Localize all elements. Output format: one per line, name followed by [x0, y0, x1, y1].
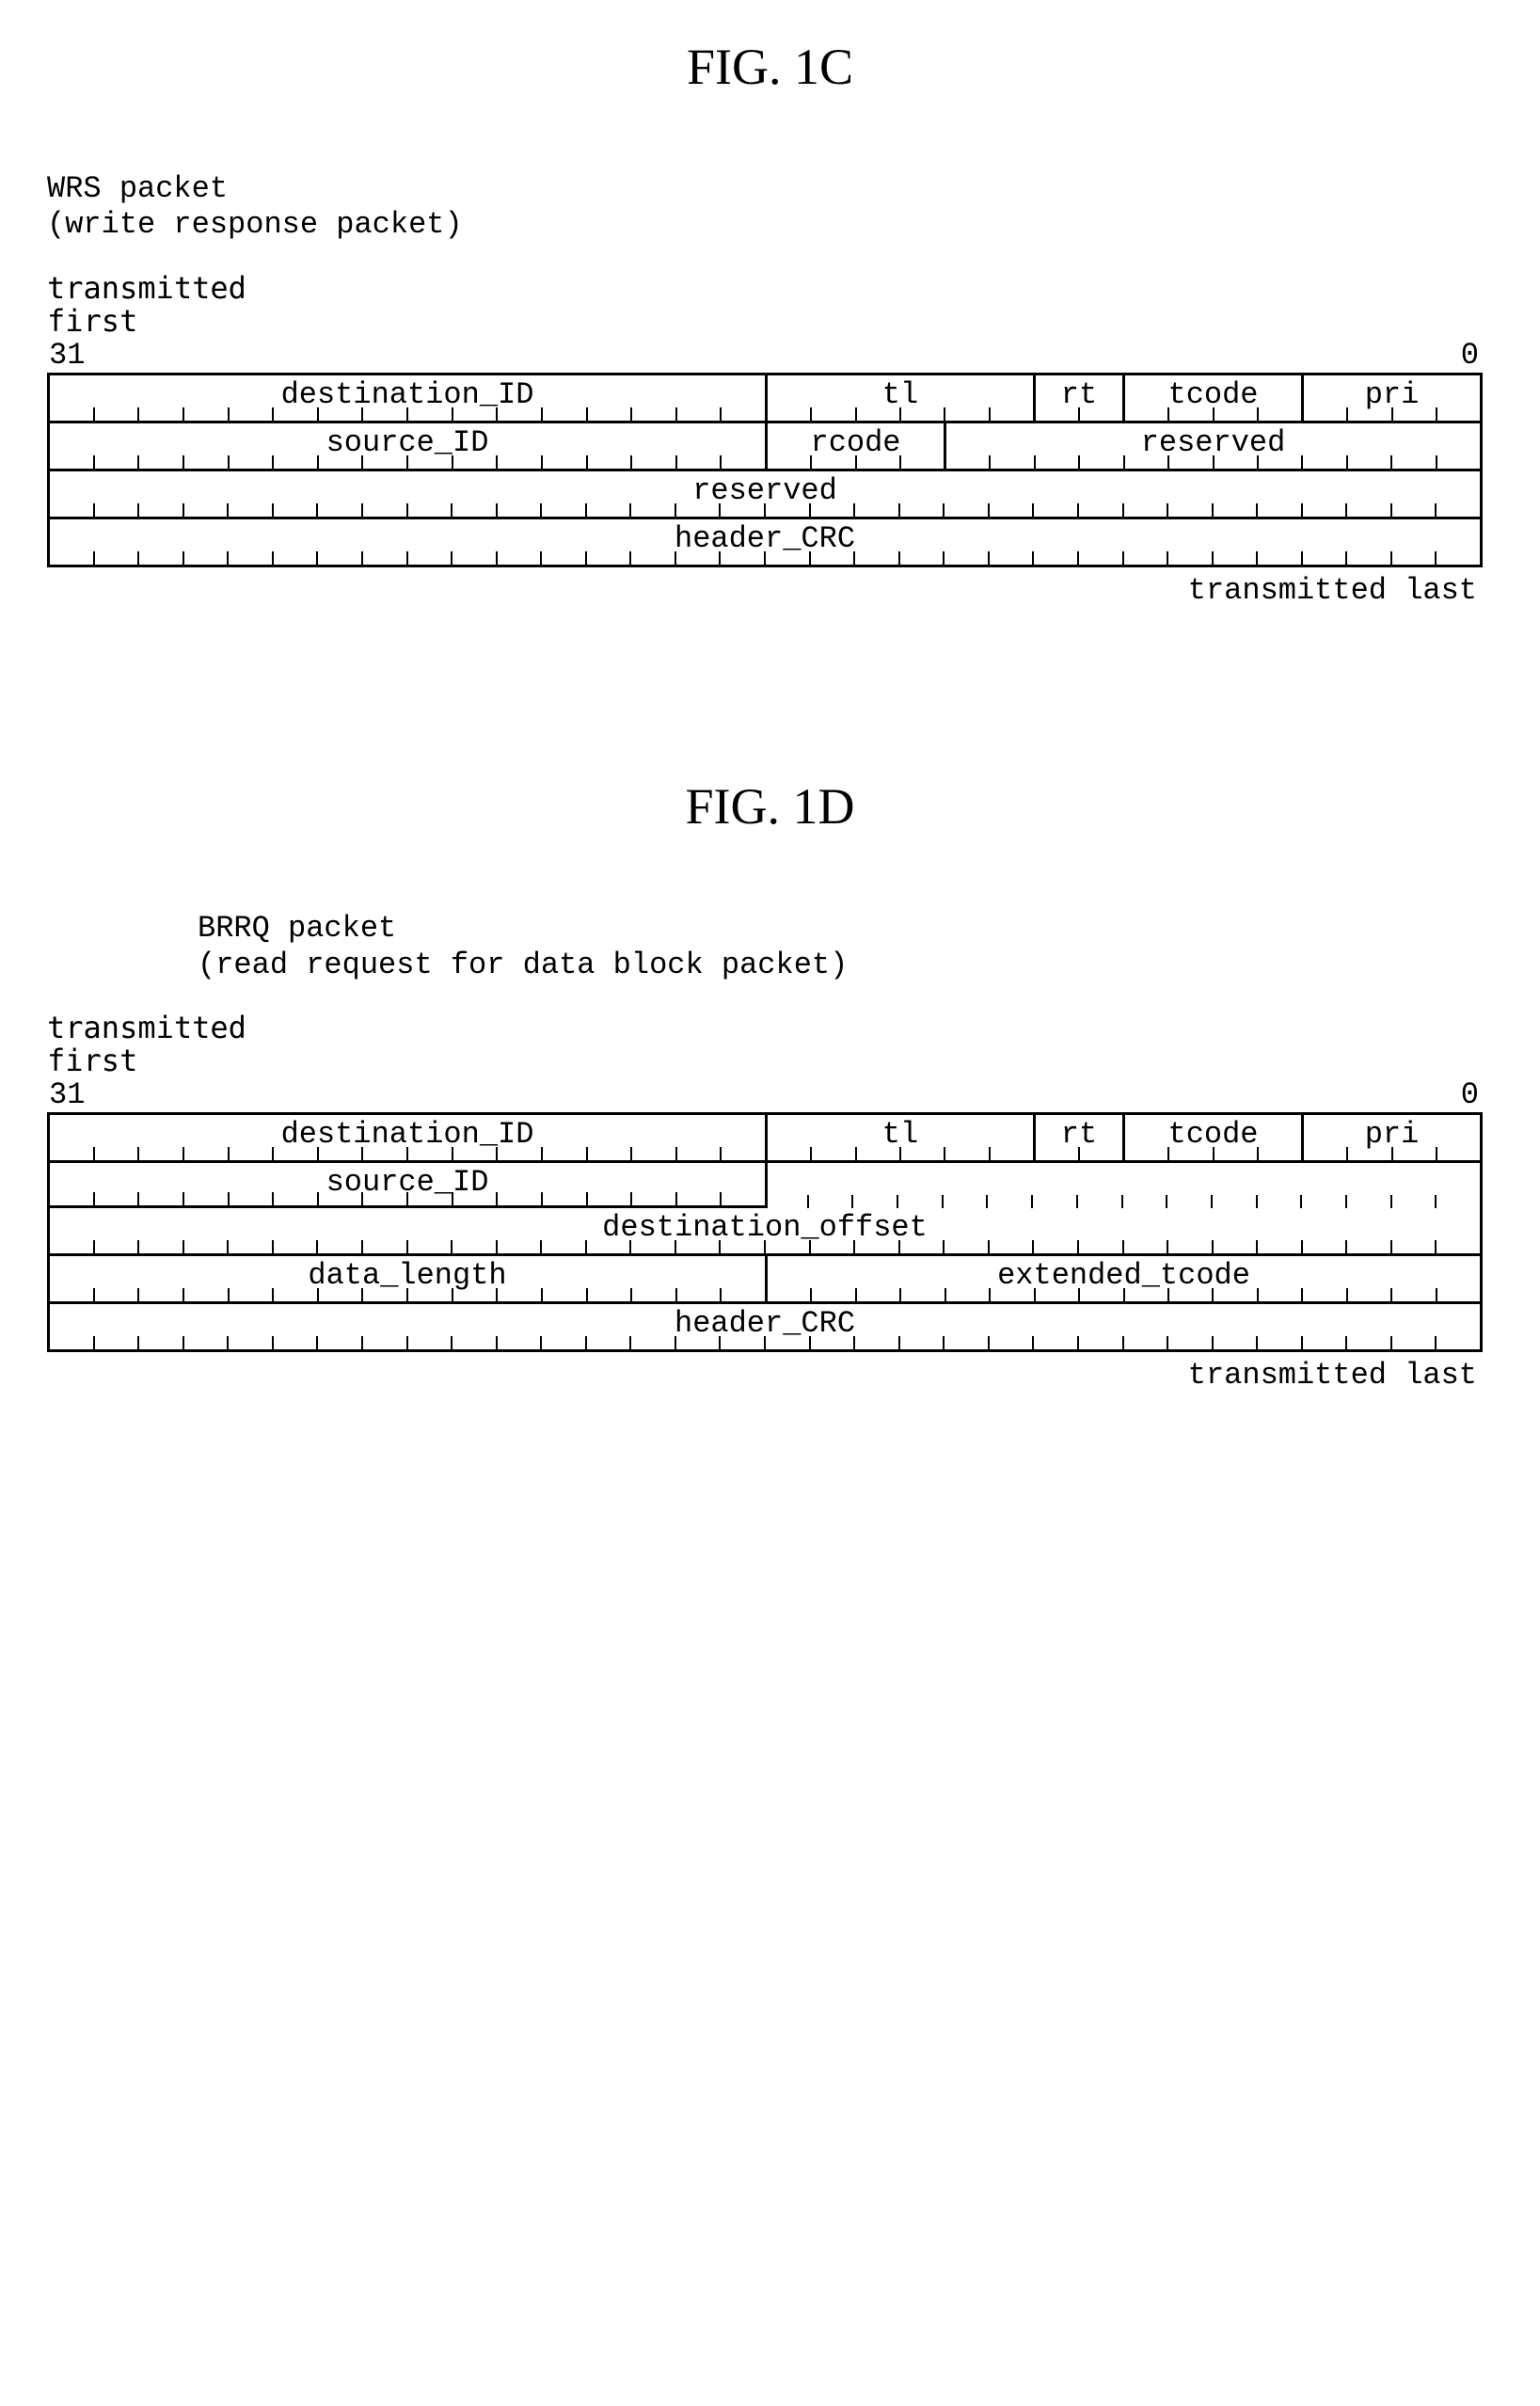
bit-hi-1c: 31 — [49, 338, 85, 373]
packet-table-1d: destination_IDtlrttcodepri source_ID des… — [47, 1112, 1483, 1352]
field-tcode: tcode — [1122, 375, 1301, 421]
table-row: header_CRC — [50, 1304, 1480, 1352]
field-pri: pri — [1301, 375, 1480, 421]
tick-marks — [1036, 1147, 1122, 1160]
tick-marks — [768, 1147, 1033, 1160]
tick-marks — [946, 455, 1480, 469]
field-dest-offset-upper — [765, 1163, 1480, 1208]
tick-marks — [1304, 407, 1480, 421]
table-row: source_IDrcodereserved — [50, 423, 1480, 471]
tick-marks — [50, 1192, 765, 1205]
field-rt: rt — [1033, 1115, 1122, 1160]
tx-first-label-1c: transmitted first — [47, 272, 1493, 338]
tick-marks — [764, 1195, 1480, 1208]
tick-marks — [50, 551, 1480, 565]
tx-first-label-1d: transmitted first — [47, 1012, 1493, 1077]
table-row: destination_IDtlrttcodepri — [50, 375, 1480, 423]
tx-last-label-1c: transmitted last — [47, 573, 1477, 608]
table-row: source_ID — [50, 1163, 1480, 1208]
field-tcode: tcode — [1122, 1115, 1301, 1160]
packet-desc-1c: (write response packet) — [47, 207, 1493, 243]
tx-last-label-1d: transmitted last — [47, 1358, 1477, 1393]
field-source-id: source_ID — [50, 1163, 765, 1208]
field-header-crc: header_CRC — [50, 1304, 1480, 1349]
tick-marks — [50, 1240, 1480, 1253]
tick-marks — [50, 1336, 1480, 1349]
bit-lo-1d: 0 — [1461, 1077, 1479, 1112]
tick-marks — [768, 1288, 1480, 1301]
tick-marks — [768, 407, 1033, 421]
bit-scale-1c: 31 0 — [49, 338, 1479, 373]
tick-marks — [50, 1147, 765, 1160]
tick-marks — [1125, 1147, 1301, 1160]
field-dest-offset: destination_offset — [50, 1208, 1480, 1253]
packet-table-1c: destination_IDtlrttcodeprisource_IDrcode… — [47, 373, 1483, 567]
packet-name-1c: WRS packet — [47, 171, 1493, 207]
fig-1d: FIG. 1D BRRQ packet (read request for da… — [47, 777, 1493, 1393]
figure-title-1c: FIG. 1C — [47, 38, 1493, 96]
field-tl: tl — [765, 375, 1033, 421]
bit-hi-1d: 31 — [49, 1077, 85, 1112]
tick-marks — [50, 1288, 765, 1301]
bit-lo-1c: 0 — [1461, 338, 1479, 373]
fig-1c: FIG. 1C WRS packet (write response packe… — [47, 38, 1493, 608]
field-source-ID: source_ID — [50, 423, 765, 469]
tick-marks — [50, 503, 1480, 517]
field-pri: pri — [1301, 1115, 1480, 1160]
table-row: destination_offset — [50, 1208, 1480, 1256]
table-row: header_CRC — [50, 519, 1480, 567]
tick-marks — [768, 455, 944, 469]
table-row: reserved — [50, 471, 1480, 519]
field-data-length: data_length — [50, 1256, 765, 1301]
field-rcode: rcode — [765, 423, 944, 469]
field-reserved: reserved — [50, 471, 1480, 517]
field-extended-tcode: extended_tcode — [765, 1256, 1480, 1301]
field-destination-ID: destination_ID — [50, 1115, 765, 1160]
field-rt: rt — [1033, 375, 1122, 421]
packet-name-1d: BRRQ packet — [198, 911, 1493, 947]
tick-marks — [1125, 407, 1301, 421]
field-header-CRC: header_CRC — [50, 519, 1480, 565]
field-tl: tl — [765, 1115, 1033, 1160]
tick-marks — [50, 407, 765, 421]
field-destination-ID: destination_ID — [50, 375, 765, 421]
table-row: data_lengthextended_tcode — [50, 1256, 1480, 1304]
packet-desc-1d: (read request for data block packet) — [198, 948, 1493, 983]
tick-marks — [50, 455, 765, 469]
tick-marks — [1036, 407, 1122, 421]
field-reserved: reserved — [944, 423, 1480, 469]
figure-title-1d: FIG. 1D — [47, 777, 1493, 836]
tick-marks — [1304, 1147, 1480, 1160]
bit-scale-1d: 31 0 — [49, 1077, 1479, 1112]
table-row: destination_IDtlrttcodepri — [50, 1115, 1480, 1163]
